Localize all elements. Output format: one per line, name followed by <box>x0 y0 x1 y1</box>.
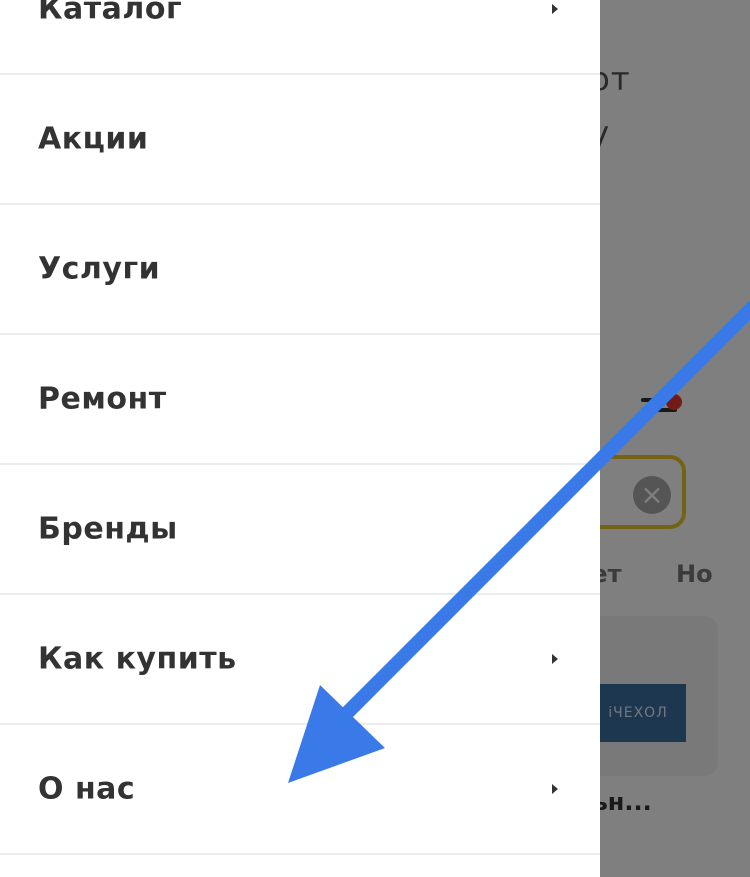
menu-item-brands[interactable]: Бренды <box>0 465 600 595</box>
menu-item-catalog[interactable]: Каталог <box>0 0 600 75</box>
menu-item-about-us[interactable]: О нас <box>0 725 600 855</box>
chevron-right-icon <box>552 654 558 664</box>
menu-item-services[interactable]: Услуги <box>0 205 600 335</box>
side-drawer-menu: Каталог Акции Услуги Ремонт Бренды Как к… <box>0 0 600 877</box>
chevron-right-icon <box>552 4 558 14</box>
chevron-right-icon <box>552 784 558 794</box>
menu-item-how-to-buy[interactable]: Как купить <box>0 595 600 725</box>
menu-item-label: Каталог <box>38 0 183 27</box>
menu-item-label: О нас <box>38 771 136 807</box>
menu-item-label: Услуги <box>38 251 161 287</box>
menu-item-label: Акции <box>38 121 149 157</box>
menu-item-label: Ремонт <box>38 381 167 417</box>
menu-item-label: Как купить <box>38 641 237 677</box>
menu-item-label: Бренды <box>38 511 178 547</box>
menu-item-repair[interactable]: Ремонт <box>0 335 600 465</box>
menu-item-promotions[interactable]: Акции <box>0 75 600 205</box>
